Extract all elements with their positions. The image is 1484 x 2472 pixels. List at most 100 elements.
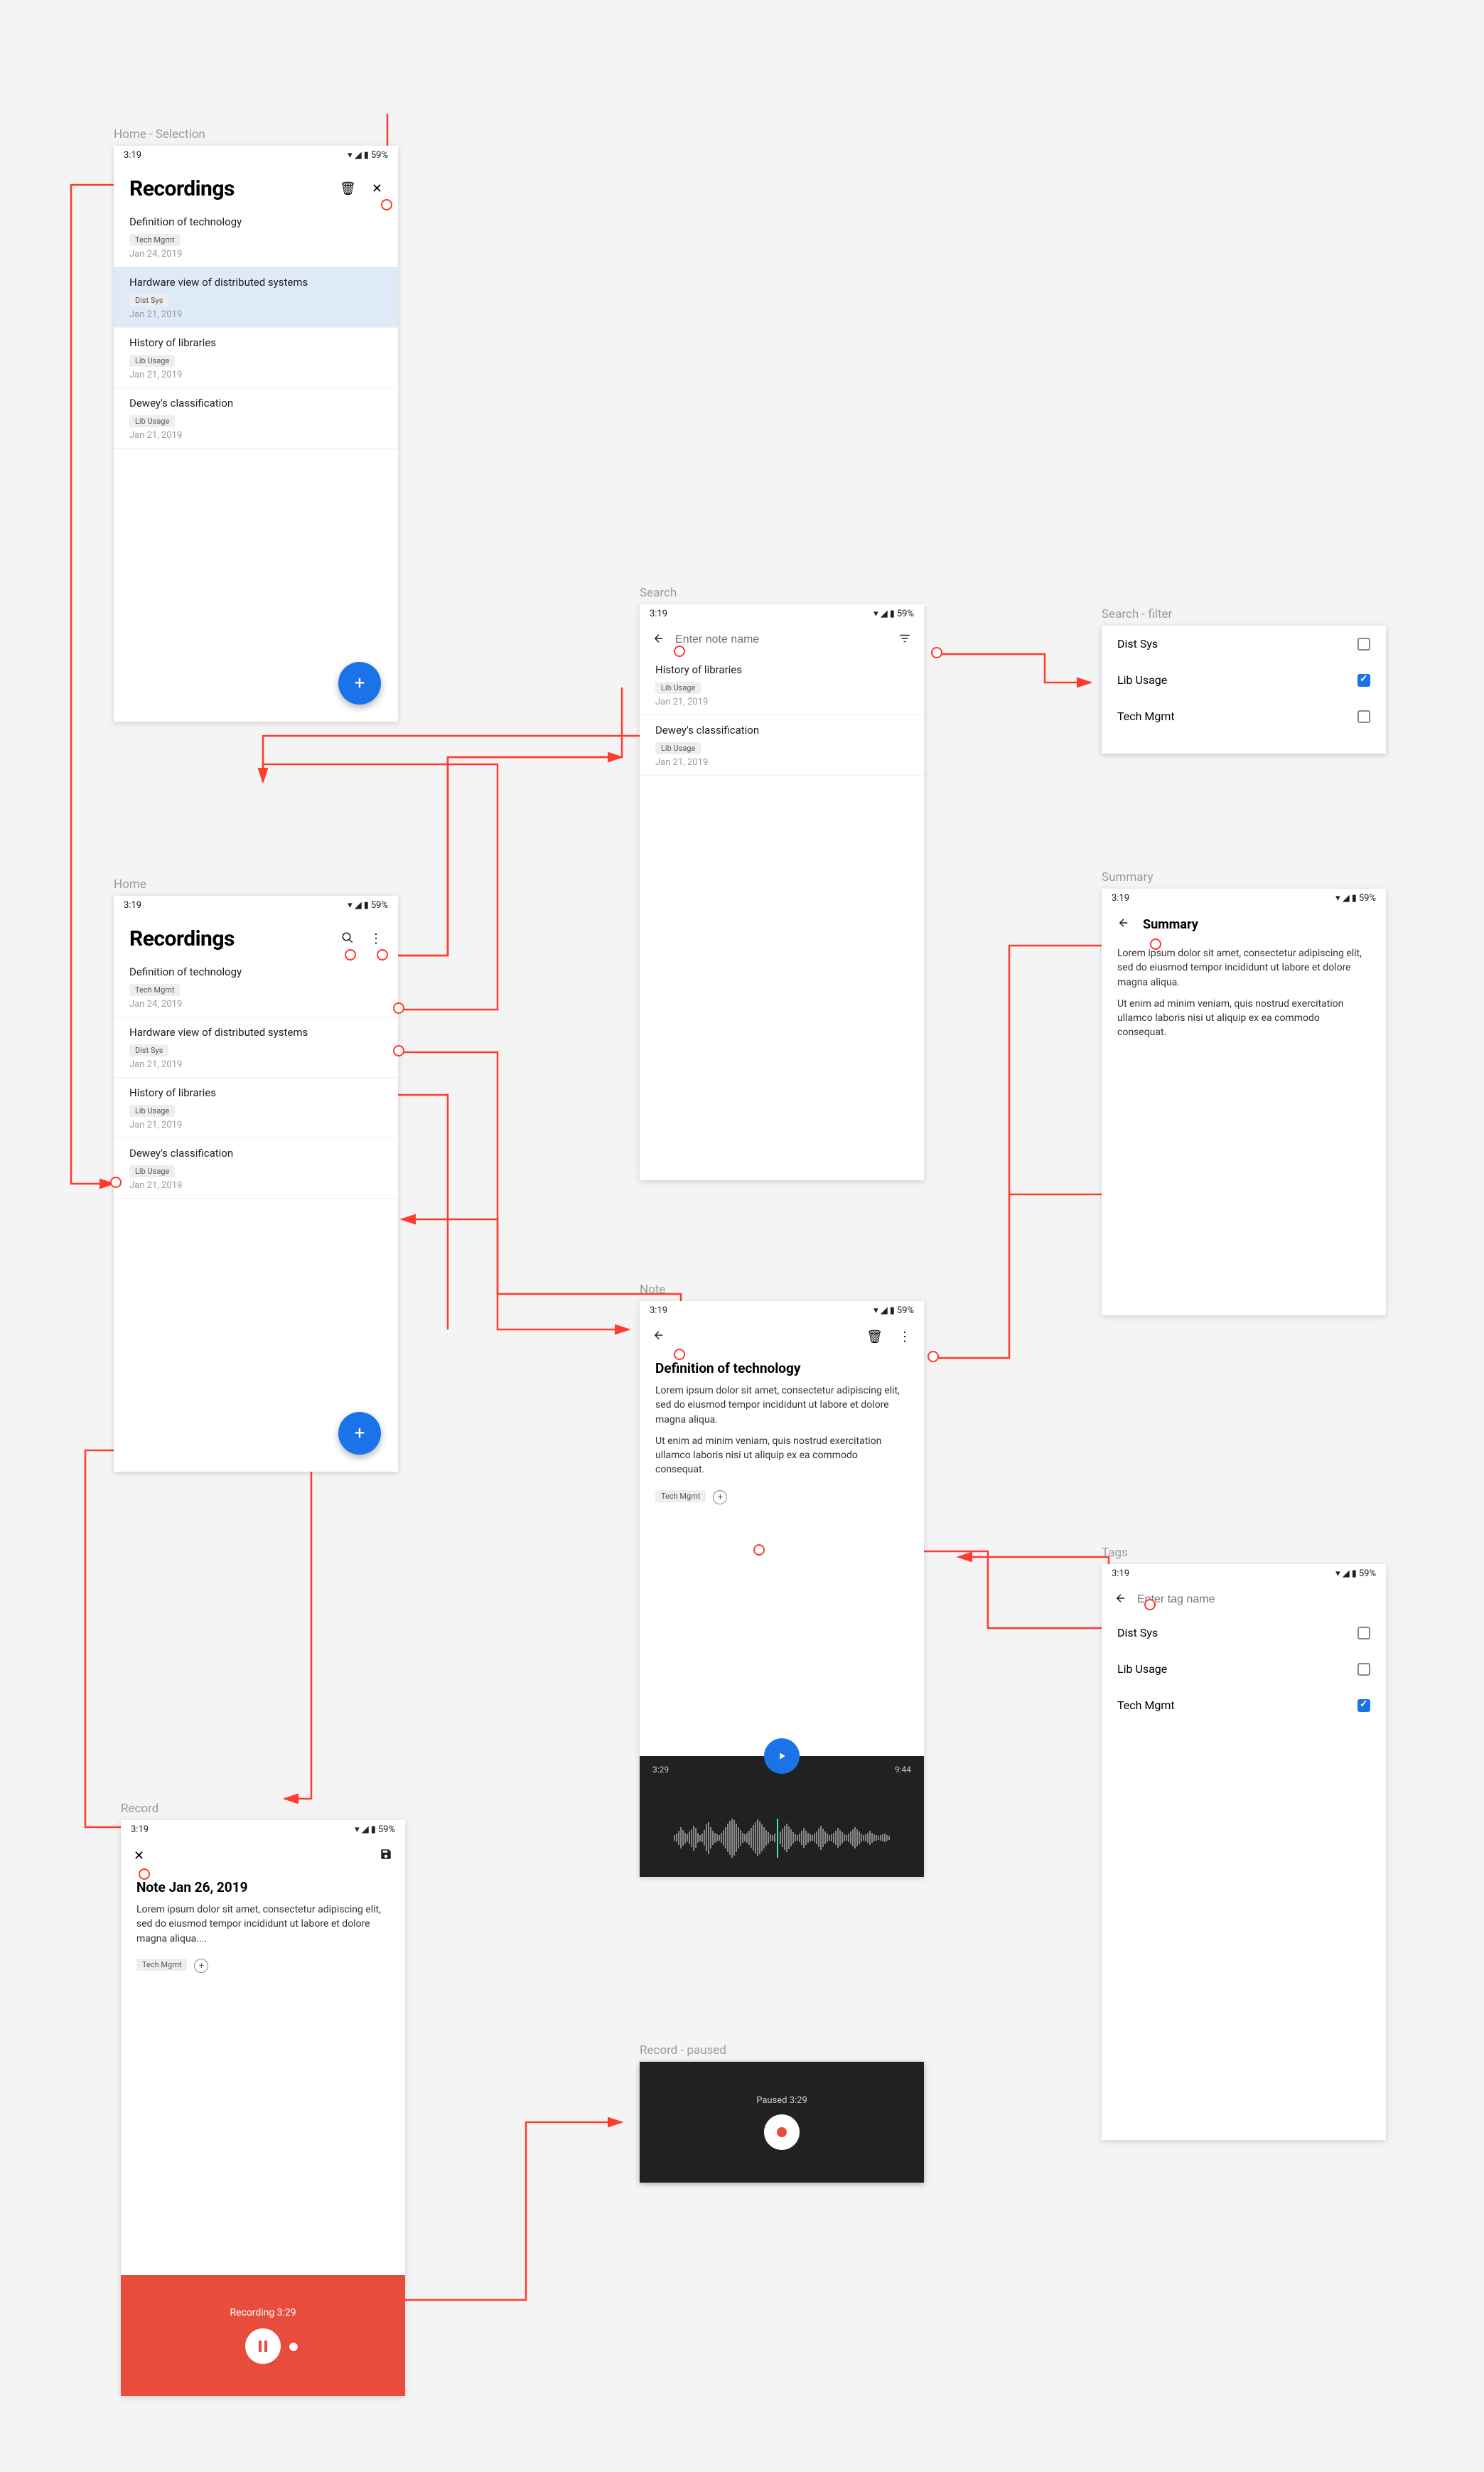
signal-icon: ◢ [1343, 1568, 1350, 1579]
summary-header: Summary [1102, 906, 1386, 942]
recording-title: History of libraries [129, 1086, 382, 1099]
signal-icon: ◢ [355, 900, 362, 911]
hotspot [931, 647, 942, 658]
recording-item[interactable]: History of libraries Lib Usage Jan 21, 2… [114, 1078, 398, 1138]
recording-item[interactable]: Hardware view of distributed systems Dis… [114, 1017, 398, 1078]
checkbox[interactable] [1357, 674, 1370, 687]
fab-add[interactable]: + [338, 662, 381, 705]
signal-icon: ◢ [362, 1824, 369, 1835]
hotspot [139, 1868, 150, 1880]
battery-icon: ▮ [364, 150, 369, 161]
add-tag-button[interactable]: + [194, 1959, 208, 1973]
record-title[interactable]: Note Jan 26, 2019 [121, 1871, 405, 1903]
recording-item[interactable]: Dewey's classification Lib Usage Jan 21,… [640, 715, 924, 776]
recording-title: Hardware view of distributed systems [129, 276, 382, 289]
hotspot [110, 1177, 122, 1188]
tag-chip: Dist Sys [129, 1044, 168, 1056]
search-input[interactable] [675, 633, 888, 646]
pause-button[interactable] [245, 2328, 281, 2364]
checkbox[interactable] [1357, 1627, 1370, 1639]
recording-item[interactable]: Hardware view of distributed systems Dis… [114, 267, 398, 328]
tag-chip[interactable]: Tech Mgmt [655, 1490, 706, 1502]
back-icon[interactable] [652, 1329, 665, 1344]
tag-option[interactable]: Dist Sys [1102, 1615, 1386, 1651]
filter-option[interactable]: Lib Usage [1102, 662, 1386, 698]
status-right: ▾ ◢ ▮ 59% [355, 1824, 395, 1835]
tag-option[interactable]: Tech Mgmt [1102, 1687, 1386, 1723]
hotspot [674, 1349, 685, 1360]
back-icon[interactable] [1117, 916, 1130, 932]
recording-title: Hardware view of distributed systems [129, 1026, 382, 1039]
recording-item[interactable]: Dewey's classification Lib Usage Jan 21,… [114, 388, 398, 449]
fab-add[interactable]: + [338, 1412, 381, 1455]
recording-title: History of libraries [655, 663, 908, 676]
tag-chip: Lib Usage [129, 1105, 175, 1117]
close-icon[interactable]: ✕ [372, 181, 382, 196]
recording-date: Jan 21, 2019 [655, 757, 908, 768]
hotspot [345, 949, 356, 961]
recording-date: Jan 21, 2019 [129, 1059, 382, 1070]
menu-icon[interactable]: ⋮ [898, 1329, 911, 1344]
back-icon[interactable] [652, 632, 665, 648]
tag-chip: Lib Usage [129, 415, 175, 427]
tag-chip[interactable]: Tech Mgmt [136, 1959, 187, 1971]
recording-item[interactable]: History of libraries Lib Usage Jan 21, 2… [640, 655, 924, 715]
tag-option[interactable]: Lib Usage [1102, 1651, 1386, 1687]
save-icon[interactable] [380, 1848, 392, 1863]
checkbox[interactable] [1357, 1663, 1370, 1676]
filter-option[interactable]: Tech Mgmt [1102, 698, 1386, 734]
play-button[interactable] [764, 1738, 800, 1774]
recording-date: Jan 21, 2019 [655, 697, 908, 707]
screen-label: Home [114, 877, 146, 892]
filter-option[interactable]: Dist Sys [1102, 626, 1386, 662]
tag-input[interactable] [1137, 1593, 1373, 1606]
status-bar: 3:19 ▾ ◢ ▮ 59% [640, 604, 924, 622]
recording-item[interactable]: Definition of technology Tech Mgmt Jan 2… [114, 207, 398, 267]
page-title: Recordings [129, 176, 235, 201]
waveform[interactable] [640, 1813, 924, 1863]
header: Recordings ⋮ [114, 914, 398, 957]
checkbox[interactable] [1357, 710, 1370, 723]
recording-item[interactable]: Definition of technology Tech Mgmt Jan 2… [114, 957, 398, 1017]
checkbox[interactable] [1357, 638, 1370, 651]
delete-icon[interactable]: 🗑 [866, 1329, 883, 1344]
recording-date: Jan 24, 2019 [129, 999, 382, 1010]
screen-record: Record 3:19 ▾ ◢ ▮ 59% ✕ Note Jan 26, 201… [121, 1820, 405, 2396]
checkbox[interactable] [1357, 1699, 1370, 1712]
tag-chip: Lib Usage [129, 355, 175, 367]
status-batt: 59% [371, 900, 388, 911]
recording-item[interactable]: History of libraries Lib Usage Jan 21, 2… [114, 328, 398, 388]
status-bar: 3:19 ▾ ◢ ▮ 59% [1102, 1564, 1386, 1582]
screen-label: Search - filter [1102, 607, 1172, 621]
status-time: 3:19 [131, 1824, 149, 1835]
status-bar: 3:19 ▾ ◢ ▮ 59% [1102, 889, 1386, 906]
add-tag-button[interactable]: + [713, 1490, 727, 1504]
recording-bar: Recording 3:29 [121, 2275, 405, 2396]
close-icon[interactable]: ✕ [134, 1848, 144, 1863]
filter-icon[interactable] [898, 632, 911, 648]
status-right: ▾ ◢ ▮ 59% [348, 900, 388, 911]
note-p1: Lorem ipsum dolor sit amet, consectetur … [655, 1384, 908, 1427]
recording-title: Definition of technology [129, 965, 382, 978]
note-toolbar: 🗑 ⋮ [640, 1319, 924, 1352]
recording-date: Jan 21, 2019 [129, 370, 382, 380]
tag-chip: Tech Mgmt [129, 234, 180, 246]
screen-label: Summary [1102, 870, 1153, 884]
resume-button[interactable] [764, 2114, 800, 2150]
screen-label: Record - paused [640, 2043, 726, 2058]
search-icon[interactable] [341, 931, 354, 947]
recording-item[interactable]: Dewey's classification Lib Usage Jan 21,… [114, 1138, 398, 1199]
summary-body: Lorem ipsum dolor sit amet, consectetur … [1102, 942, 1386, 1052]
back-icon[interactable] [1114, 1592, 1127, 1607]
page-title: Recordings [129, 926, 235, 951]
menu-icon[interactable]: ⋮ [370, 931, 382, 946]
record-dot-icon [777, 2127, 787, 2137]
wifi-icon: ▾ [1335, 893, 1340, 904]
delete-icon[interactable]: 🗑 [340, 181, 356, 196]
screen-label: Record [121, 1802, 158, 1816]
status-bar: 3:19 ▾ ◢ ▮ 59% [114, 146, 398, 164]
status-right: ▾ ◢ ▮ 59% [1335, 1568, 1376, 1579]
record-body[interactable]: Lorem ipsum dolor sit amet, consectetur … [121, 1903, 405, 1946]
status-time: 3:19 [124, 150, 141, 161]
hotspot [377, 949, 388, 961]
